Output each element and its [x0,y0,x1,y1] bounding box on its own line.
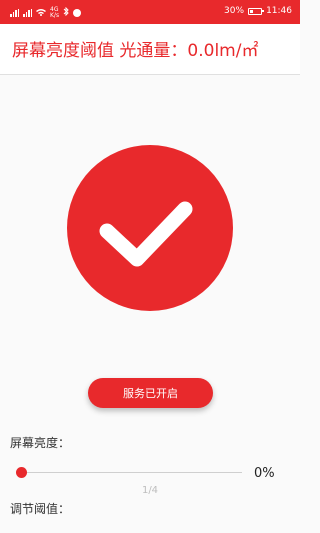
app-header: 屏幕亮度阈值 光通量：0.0lm/㎡ [0,24,300,75]
brightness-slider[interactable] [16,467,242,478]
page-title: 屏幕亮度阈值 光通量：0.0lm/㎡ [12,41,259,61]
status-icons-left: 4G K/s [10,6,82,19]
page-indicator: 1/4 [141,485,159,496]
bluetooth-icon [63,6,69,19]
battery-icon [248,7,265,15]
clock: 11:46 [266,6,292,16]
speed-label: K/s [50,12,60,19]
check-icon [99,201,193,267]
slider-thumb[interactable] [16,467,27,478]
signal-icon [23,9,32,17]
network-speed: 4G K/s [50,7,59,19]
service-toggle-button[interactable]: 服务已开启 [88,378,213,408]
status-icons-right: 30% 11:46 [224,6,292,16]
status-bar: 4G K/s 30% 11:46 [0,0,300,24]
main-content: 服务已开启 屏幕亮度： 0% 1/4 调节阈值： [0,75,300,533]
signal-icon [10,9,19,17]
battery-percent: 30% [224,6,245,16]
wifi-icon [36,8,46,19]
threshold-label: 调节阈值： [10,502,71,516]
brightness-percent: 0% [254,466,275,481]
app-notification-icon [73,9,82,17]
brightness-label: 屏幕亮度： [10,436,71,450]
service-status-indicator [67,145,233,311]
